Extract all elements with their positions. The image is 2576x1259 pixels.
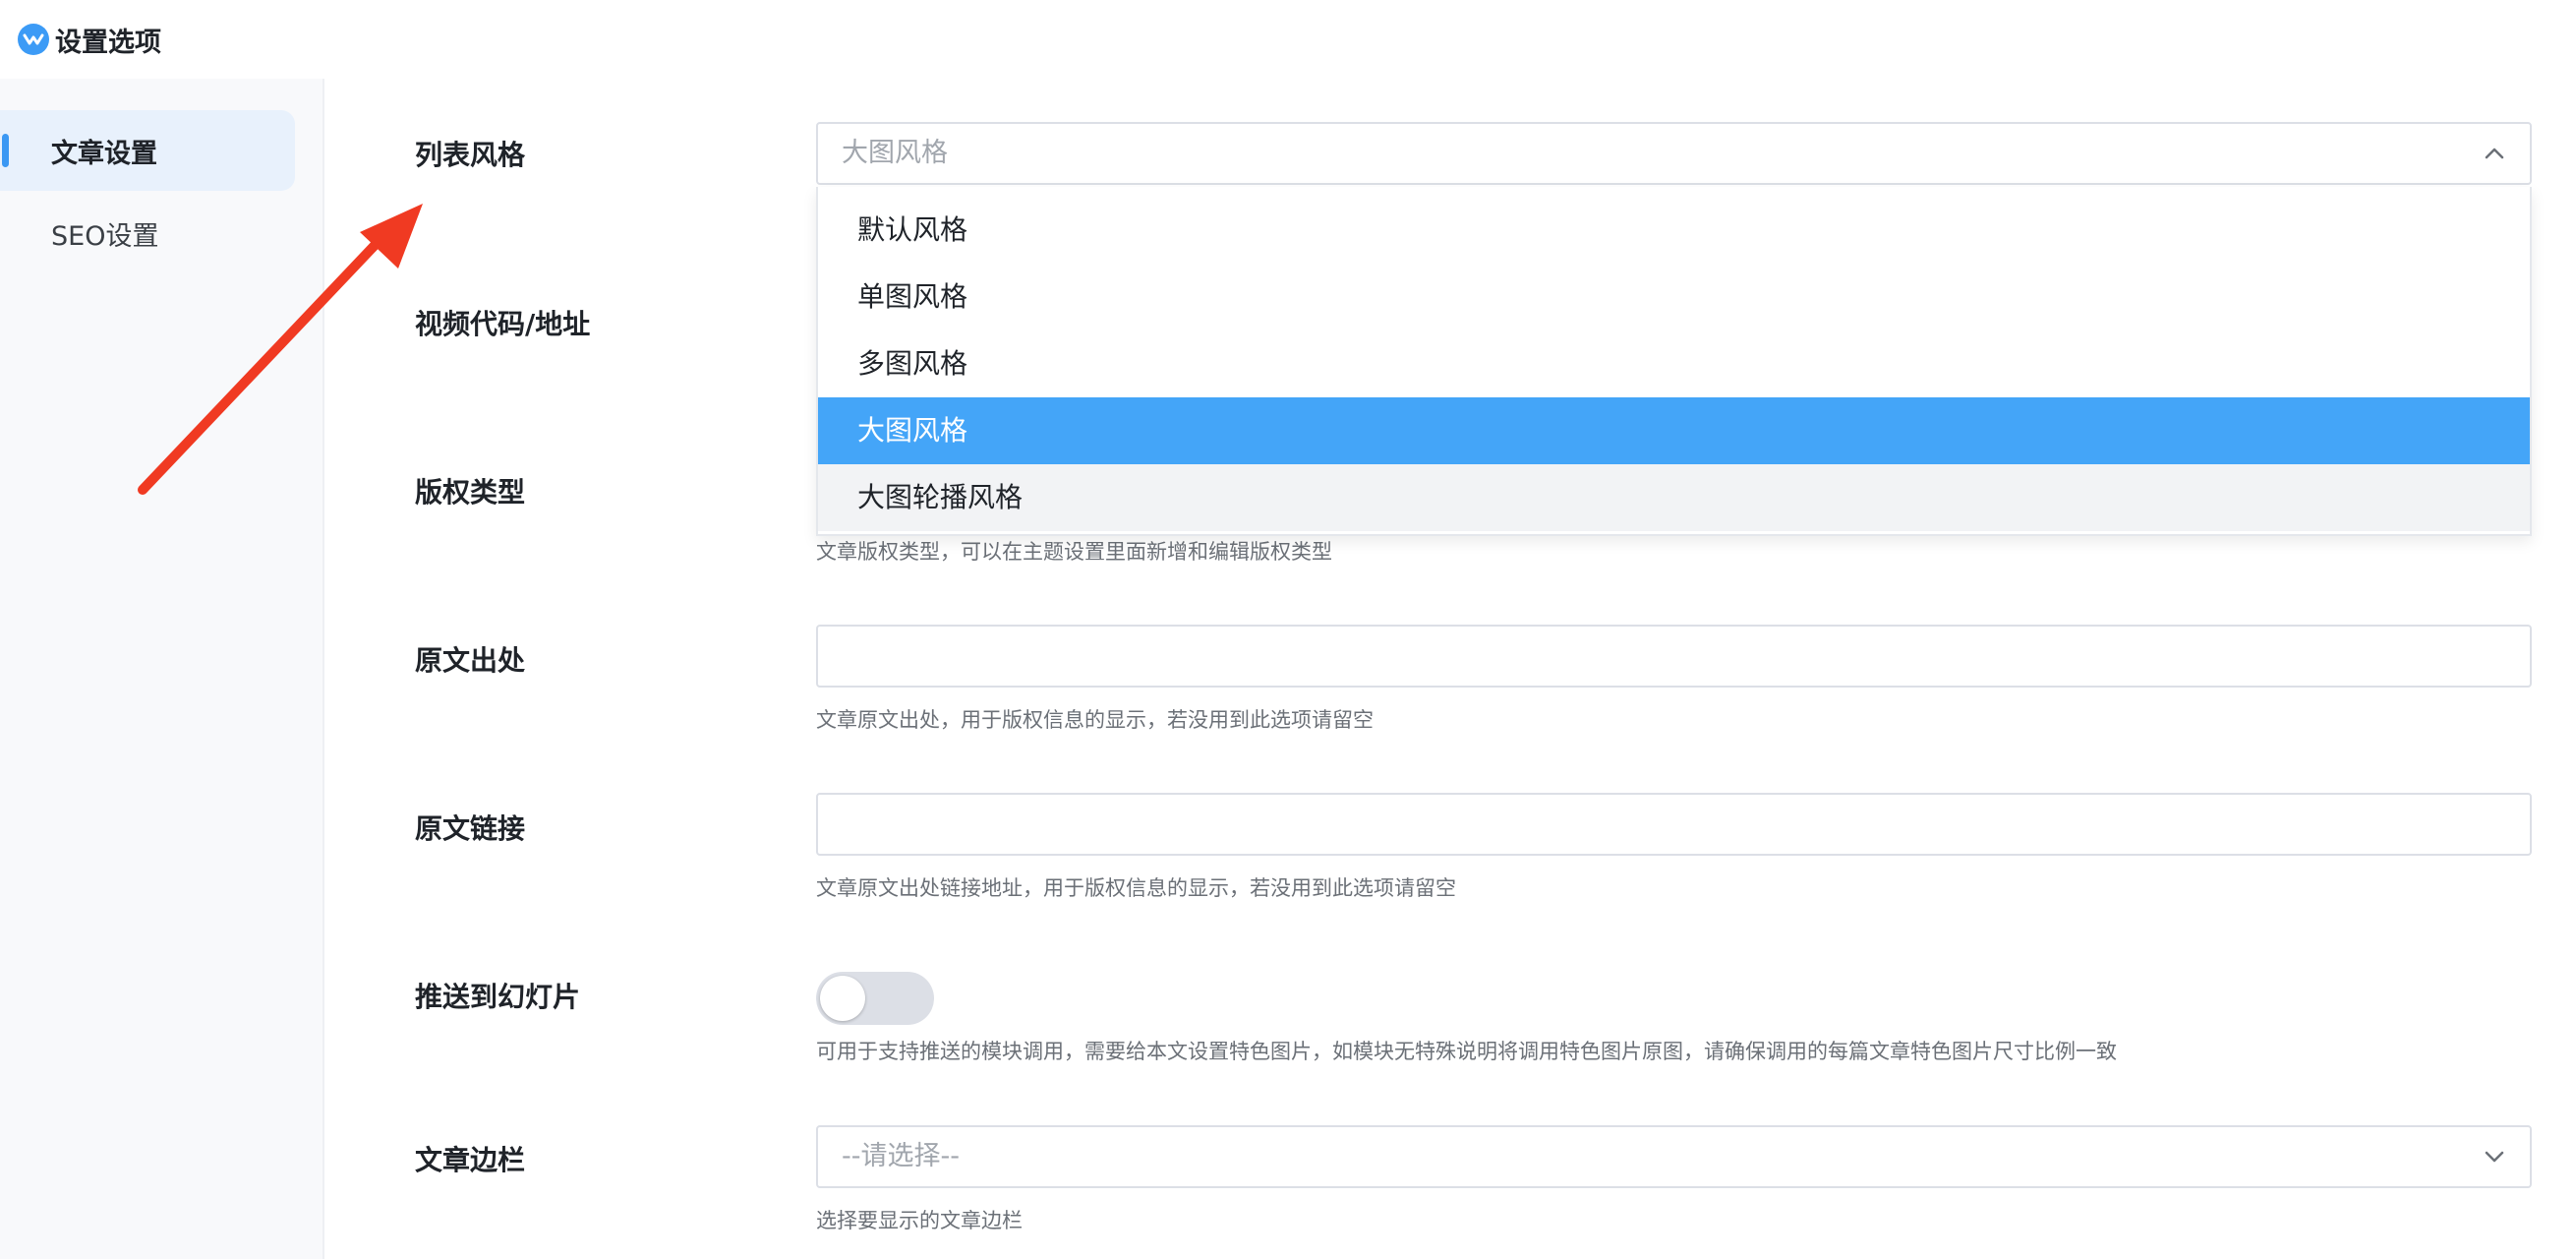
slideshow-toggle[interactable] <box>816 972 934 1025</box>
copyright-type-help: 文章版权类型，可以在主题设置里面新增和编辑版权类型 <box>816 540 1332 564</box>
video-code-label: 视频代码/地址 <box>415 308 591 340</box>
toggle-knob <box>820 976 865 1021</box>
article-sidebar-select[interactable]: --请选择-- <box>816 1125 2532 1188</box>
article-sidebar-placeholder: --请选择-- <box>842 1141 960 1171</box>
chevron-up-icon <box>2485 148 2504 159</box>
chevron-down-icon <box>2485 1151 2504 1163</box>
sidebar-item-label: 文章设置 <box>51 138 157 169</box>
active-indicator <box>2 134 9 167</box>
app-title: 设置选项 <box>55 27 161 58</box>
list-style-select[interactable]: 大图风格 <box>816 122 2532 185</box>
slideshow-label: 推送到幻灯片 <box>415 981 581 1013</box>
source-link-help: 文章原文出处链接地址，用于版权信息的显示，若没用到此选项请留空 <box>816 876 1456 900</box>
list-style-dropdown: 默认风格 单图风格 多图风格 大图风格 大图轮播风格 <box>816 187 2532 536</box>
list-style-current-value: 大图风格 <box>842 138 948 168</box>
app-header: 设置选项 <box>0 0 2576 79</box>
brand-logo-icon <box>18 24 49 55</box>
source-link-label: 原文链接 <box>415 812 526 845</box>
sidebar-item-article-settings[interactable]: 文章设置 <box>0 110 295 191</box>
article-sidebar-label: 文章边栏 <box>415 1144 526 1176</box>
copyright-type-label: 版权类型 <box>415 476 526 509</box>
sidebar-item-label: SEO设置 <box>51 220 159 252</box>
option-multi-image-style[interactable]: 多图风格 <box>818 330 2530 397</box>
option-large-image-carousel-style[interactable]: 大图轮播风格 <box>818 464 2530 531</box>
option-single-image-style[interactable]: 单图风格 <box>818 264 2530 330</box>
slideshow-help: 可用于支持推送的模块调用，需要给本文设置特色图片，如模块无特殊说明将调用特色图片… <box>816 1040 2117 1063</box>
option-default-style[interactable]: 默认风格 <box>818 197 2530 264</box>
source-input[interactable] <box>816 625 2532 688</box>
sidebar: 文章设置 SEO设置 <box>0 79 324 1259</box>
source-help: 文章原文出处，用于版权信息的显示，若没用到此选项请留空 <box>816 708 1374 732</box>
source-link-input[interactable] <box>816 793 2532 856</box>
option-large-image-style[interactable]: 大图风格 <box>818 397 2530 464</box>
list-style-label: 列表风格 <box>415 139 526 171</box>
sidebar-item-seo-settings[interactable]: SEO设置 <box>0 193 295 273</box>
source-label: 原文出处 <box>415 644 526 677</box>
article-sidebar-help: 选择要显示的文章边栏 <box>816 1209 1023 1232</box>
